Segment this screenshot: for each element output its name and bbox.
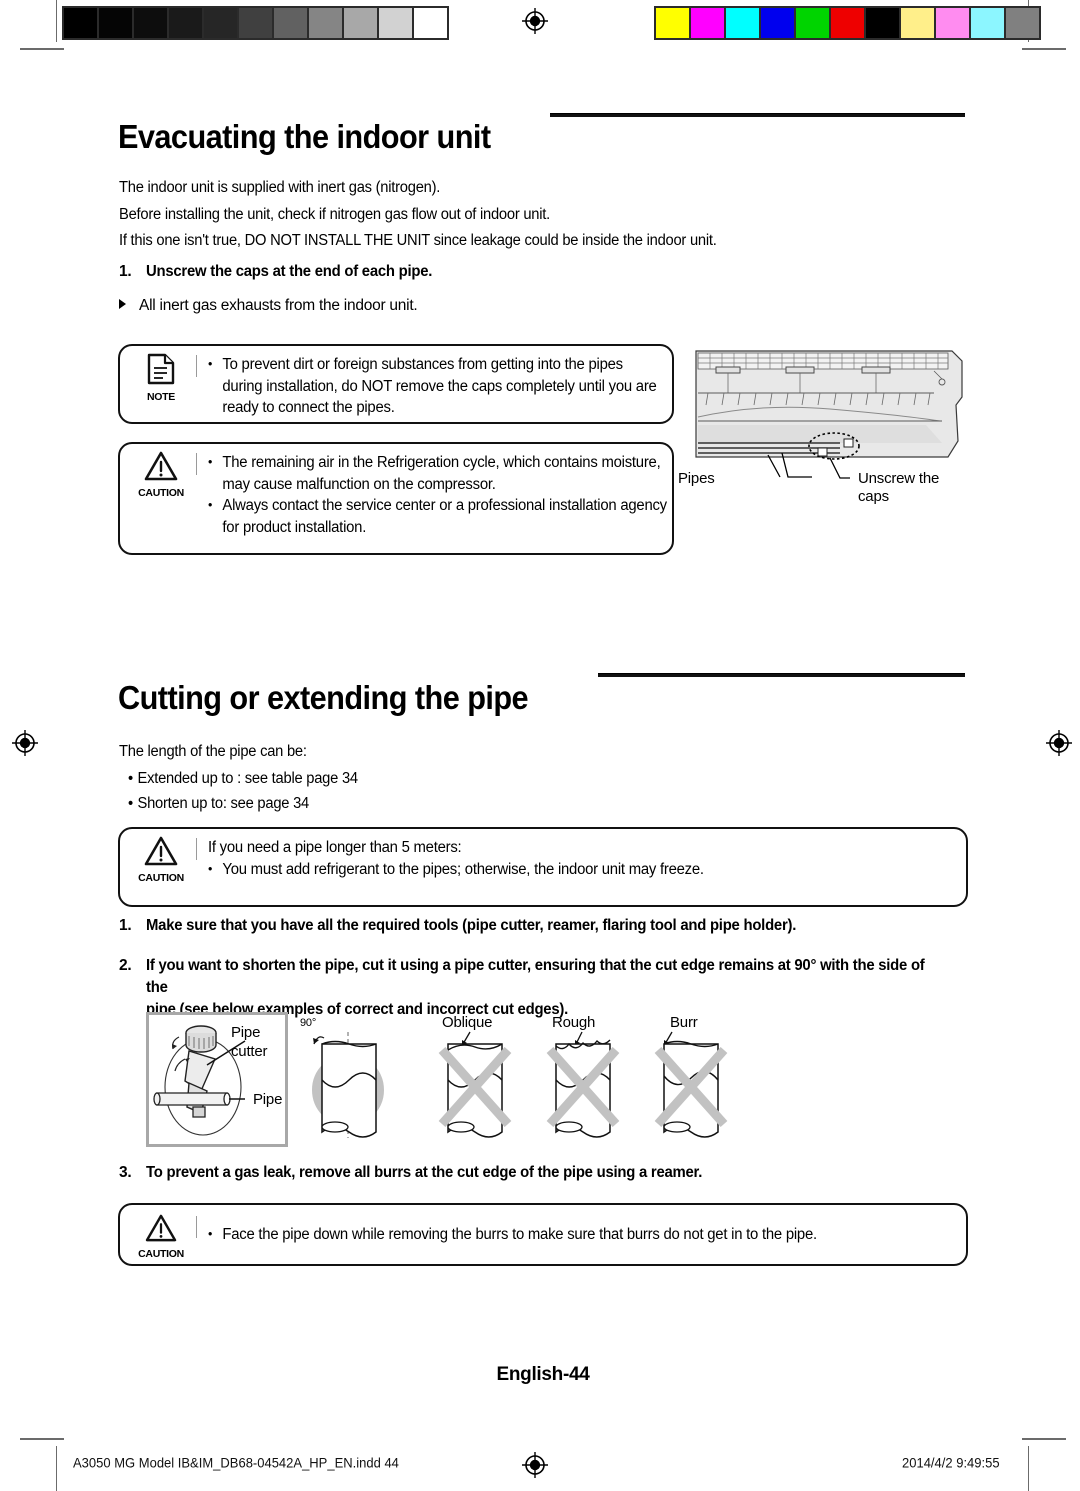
crop-mark-topleft-horizontal bbox=[20, 48, 64, 50]
caution-2-line-2: You must add refrigerant to the pipes; o… bbox=[208, 858, 924, 881]
document-page: Evacuating the indoor unit The indoor un… bbox=[0, 0, 1080, 1491]
evacuating-step-1-text: Unscrew the caps at the end of each pipe… bbox=[146, 263, 433, 280]
cutting-step-2-number: 2. bbox=[119, 957, 132, 974]
note-line-2: during installation, do NOT remove the c… bbox=[222, 377, 657, 395]
cutting-step-1-line-1: Make sure that you have all the required… bbox=[146, 917, 797, 934]
crop-mark-bottomright-horizontal bbox=[1022, 1438, 1066, 1440]
caution-caption-3: CAUTION bbox=[138, 1248, 184, 1260]
figure-label-caps: caps bbox=[858, 488, 889, 505]
caution-2-line-1: If you need a pipe longer than 5 meters: bbox=[208, 839, 462, 856]
cutter-label-cutter: cutter bbox=[231, 1043, 268, 1060]
caution-triangle-icon bbox=[145, 1214, 177, 1242]
cutting-step-3-number: 3. bbox=[119, 1164, 132, 1181]
footer-timestamp: 2014/4/2 9:49:55 bbox=[902, 1454, 1000, 1471]
note-line-1: To prevent dirt or foreign substances fr… bbox=[208, 353, 642, 376]
note-document-icon bbox=[147, 353, 175, 385]
caution-divider-3 bbox=[196, 1216, 197, 1238]
evacuating-arrow-note-text: All inert gas exhausts from the indoor u… bbox=[139, 297, 418, 314]
cutting-intro-line-1: The length of the pipe can be: bbox=[119, 743, 307, 760]
cutting-step-3: 3. To prevent a gas leak, remove all bur… bbox=[119, 1162, 967, 1184]
pipe-cutter-illustration-box: Pipe cutter Pipe bbox=[146, 1012, 288, 1147]
caution-1-line-1: The remaining air in the Refrigeration c… bbox=[208, 451, 661, 474]
caution-triangle-icon bbox=[144, 836, 178, 866]
note-box-evacuating: NOTE To prevent dirt or foreign substanc… bbox=[118, 344, 674, 424]
caution-body-2: If you need a pipe longer than 5 meters:… bbox=[208, 837, 954, 880]
note-caption: NOTE bbox=[147, 391, 175, 403]
crop-mark-bottomleft-horizontal bbox=[20, 1438, 64, 1440]
evacuating-arrow-note: All inert gas exhausts from the indoor u… bbox=[119, 297, 418, 315]
registration-target-icon-right bbox=[1046, 730, 1072, 756]
crop-mark-bottomright-vertical bbox=[1028, 1446, 1029, 1491]
note-body: To prevent dirt or foreign substances fr… bbox=[208, 353, 660, 419]
caution-divider-2 bbox=[196, 838, 197, 860]
note-divider bbox=[196, 355, 197, 377]
figure-label-pipes: Pipes bbox=[678, 470, 715, 487]
evacuating-step-1-number: 1. bbox=[119, 263, 132, 280]
cutting-step-2-line-1: If you want to shorten the pipe, cut it … bbox=[146, 957, 925, 996]
page-content: Evacuating the indoor unit The indoor un… bbox=[118, 0, 968, 1491]
evacuating-step-1: 1. Unscrew the caps at the end of each p… bbox=[119, 261, 444, 283]
caution-icon-group-3: CAUTION bbox=[130, 1214, 192, 1260]
section-rule-cutting bbox=[598, 673, 965, 677]
caution-1-line-2: may cause malfunction on the compressor. bbox=[222, 475, 496, 493]
caution-caption-1: CAUTION bbox=[138, 487, 184, 499]
caution-icon-group-2: CAUTION bbox=[130, 836, 192, 884]
caution-1-line-3: Always contact the service center or a p… bbox=[208, 494, 667, 517]
gray-swatch-0 bbox=[64, 8, 97, 38]
caution-box-evacuating: CAUTION The remaining air in the Refrige… bbox=[118, 442, 674, 555]
evacuating-intro-line-3: If this one isn't true, DO NOT INSTALL T… bbox=[119, 232, 717, 249]
caution-body-3: Face the pipe down while removing the bu… bbox=[208, 1223, 954, 1246]
cutter-label-pipe: Pipe bbox=[231, 1024, 261, 1041]
caution-box-final: CAUTION Face the pipe down while removin… bbox=[118, 1203, 968, 1266]
indoor-unit-pipes-illustration: Pipes Unscrew the caps bbox=[678, 345, 968, 505]
caution-divider-1 bbox=[196, 453, 197, 475]
crop-mark-left-vertical bbox=[56, 0, 57, 42]
cutting-bullet-1-text: Extended up to : see table page 34 bbox=[137, 770, 359, 787]
crop-mark-topright-horizontal bbox=[1022, 48, 1066, 50]
caution-triangle-icon bbox=[144, 451, 178, 481]
color-swatch-10 bbox=[1006, 8, 1039, 38]
registration-target-icon-left bbox=[12, 730, 38, 756]
cutting-step-1: 1. Make sure that you have all the requi… bbox=[119, 915, 967, 937]
section-rule-evacuating bbox=[550, 113, 965, 117]
evacuating-intro-line-2: Before installing the unit, check if nit… bbox=[119, 206, 550, 223]
footer-filename: A3050 MG Model IB&IM_DB68-04542A_HP_EN.i… bbox=[73, 1454, 399, 1471]
section-title-evacuating: Evacuating the indoor unit bbox=[118, 118, 491, 155]
crop-mark-bottomleft-vertical bbox=[56, 1446, 57, 1491]
caution-caption-2: CAUTION bbox=[138, 872, 184, 884]
note-icon-group: NOTE bbox=[130, 353, 192, 403]
caution-body-1: The remaining air in the Refrigeration c… bbox=[208, 451, 667, 538]
caution-icon-group-1: CAUTION bbox=[130, 451, 192, 499]
triangle-bullet-icon bbox=[119, 299, 126, 309]
cutting-bullet-2: • Shorten up to: see page 34 bbox=[128, 795, 309, 813]
page-label: English-44 bbox=[496, 1364, 590, 1385]
cutting-step-3-line-1: To prevent a gas leak, remove all burrs … bbox=[146, 1164, 703, 1181]
color-swatch-9 bbox=[971, 8, 1004, 38]
bullet-dot-icon-1: • bbox=[128, 770, 133, 787]
cutting-bullet-1: • Extended up to : see table page 34 bbox=[128, 770, 358, 788]
caution-box-cutting: CAUTION If you need a pipe longer than 5… bbox=[118, 827, 968, 907]
pipe-cutter-illustration bbox=[153, 1025, 246, 1136]
cutter-label-pipe-2: Pipe bbox=[253, 1091, 283, 1108]
caution-3-line-1: Face the pipe down while removing the bu… bbox=[208, 1223, 924, 1246]
caution-1-line-4: for product installation. bbox=[222, 518, 367, 536]
section-title-cutting: Cutting or extending the pipe bbox=[118, 679, 529, 716]
note-line-3: ready to connect the pipes. bbox=[222, 399, 395, 416]
evacuating-intro-line-1: The indoor unit is supplied with inert g… bbox=[119, 179, 441, 196]
bullet-dot-icon-2: • bbox=[128, 795, 133, 812]
figure-label-unscrew: Unscrew the bbox=[858, 470, 940, 487]
cutting-bullet-2-text: Shorten up to: see page 34 bbox=[137, 795, 310, 812]
cutting-step-1-number: 1. bbox=[119, 917, 132, 934]
